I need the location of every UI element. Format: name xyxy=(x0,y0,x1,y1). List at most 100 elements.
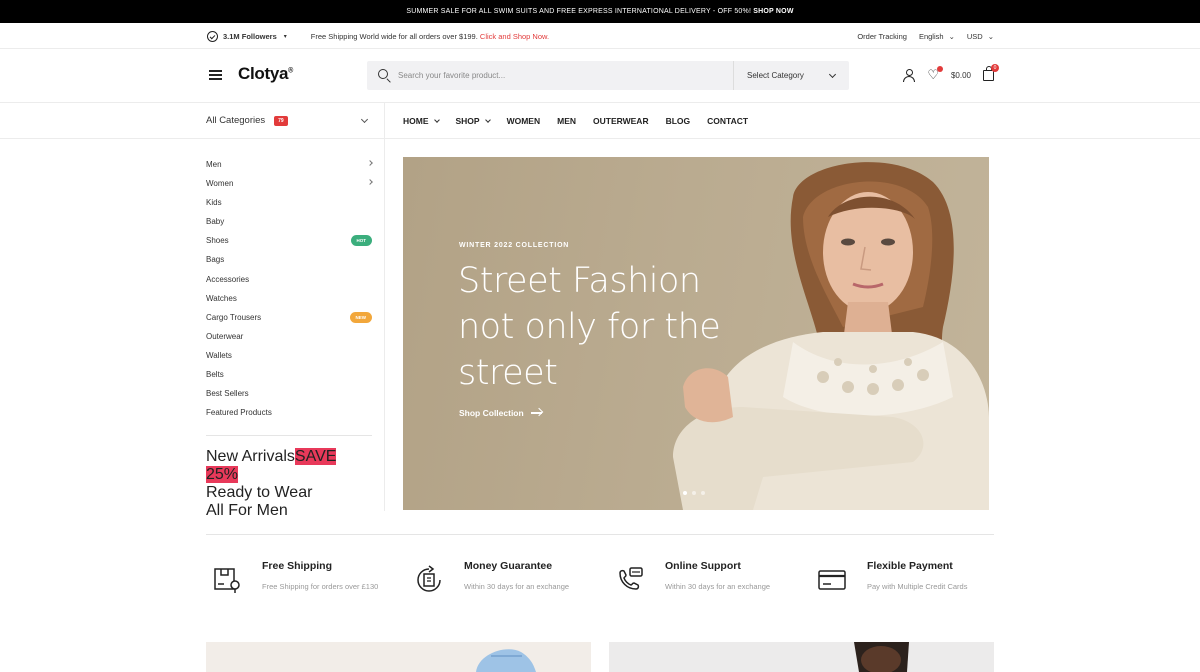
nav-item-men[interactable]: MEN xyxy=(557,116,576,126)
chevron-right-icon xyxy=(367,160,373,166)
sidebar-item-label: Watches xyxy=(206,293,237,303)
search-input[interactable] xyxy=(398,61,728,90)
money-return-icon xyxy=(414,565,444,595)
category-list: Men Women Kids Baby Shoes HOT Bags Accessories W… xyxy=(206,156,373,423)
sidebar-item-outerwear[interactable]: Outerwear xyxy=(206,328,372,347)
nav-item-women[interactable]: WOMEN xyxy=(507,116,541,126)
sidebar-item-label: Accessories xyxy=(206,274,250,284)
sidebar-item-belts[interactable]: Belts xyxy=(206,366,372,385)
slider-dot[interactable] xyxy=(701,491,705,495)
order-tracking-link[interactable]: Order Tracking xyxy=(857,32,907,41)
cta-label: Shop Collection xyxy=(459,408,524,418)
sidebar-item-cargo-trousers[interactable]: Cargo Trousers NEW xyxy=(206,309,372,328)
user-account-icon[interactable] xyxy=(903,69,916,82)
language-label: English xyxy=(918,31,944,41)
sidebar-item-ready-to-wear[interactable]: Ready to Wear xyxy=(206,484,372,502)
feature-description: Pay with Multiple Credit Cards xyxy=(867,582,968,591)
chevron-right-icon xyxy=(367,179,373,185)
slider-dots xyxy=(683,491,705,495)
promo-image-left xyxy=(476,649,536,672)
announcement-shop-now-link[interactable]: SHOP NOW xyxy=(753,8,793,15)
sidebar-item-baby[interactable]: Baby xyxy=(206,213,372,232)
sidebar-item-label: Best Sellers xyxy=(206,389,249,399)
header-actions: ♡ $0.00 0 xyxy=(903,63,999,84)
sidebar-item-all-for-men[interactable]: All For Men xyxy=(206,502,372,520)
sidebar-item-tag: NEW xyxy=(349,311,372,323)
chevron-down-icon: ⌄ xyxy=(987,31,994,41)
feature-title: Money Guarantee xyxy=(464,560,553,572)
nav-item-blog[interactable]: BLOG xyxy=(666,116,691,126)
nav-label: HOME xyxy=(403,116,429,126)
followers-dropdown[interactable]: 3.1M Followers ▾ xyxy=(207,30,287,42)
sidebar-item-new-arrivals[interactable]: New ArrivalsSAVE 25% xyxy=(206,448,372,484)
cart-total[interactable]: $0.00 xyxy=(951,71,971,80)
feature-title: Free Shipping xyxy=(262,560,333,572)
slider-dot[interactable] xyxy=(683,491,687,495)
hamburger-menu-icon[interactable] xyxy=(209,70,222,80)
shopping-bag-icon[interactable]: 0 xyxy=(983,63,999,81)
sidebar-item-label: Women xyxy=(206,179,234,189)
sidebar-item-label: Kids xyxy=(206,198,222,208)
chevron-down-icon xyxy=(360,115,369,124)
sidebar-item-label: All For Men xyxy=(206,502,288,519)
navigation-row: All Categories 79 HOME SHOP WOMEN MEN OUT… xyxy=(0,103,1200,139)
shop-collection-button[interactable]: Shop Collection xyxy=(459,408,542,418)
sidebar-item-accessories[interactable]: Accessories xyxy=(206,271,372,290)
language-selector[interactable]: English ⌄ xyxy=(919,32,955,41)
credit-card-icon xyxy=(817,565,847,595)
caret-down-icon: ▾ xyxy=(283,33,287,40)
sidebar-item-wallets[interactable]: Wallets xyxy=(206,347,372,366)
currency-selector[interactable]: USD ⌄ xyxy=(967,32,994,41)
shipping-link[interactable]: Click and Shop Now. xyxy=(480,32,549,41)
category-select[interactable]: Select Category xyxy=(733,61,849,90)
sidebar-item-label: Cargo Trousers xyxy=(206,312,262,322)
site-logo[interactable]: Clotya® xyxy=(238,64,293,84)
promo-tile-right[interactable] xyxy=(609,642,994,672)
chevron-down-icon xyxy=(828,70,837,79)
feature-title: Online Support xyxy=(665,560,741,572)
sidebar-item-shoes[interactable]: Shoes HOT xyxy=(206,232,372,251)
sidebar-item-watches[interactable]: Watches xyxy=(206,290,372,309)
sidebar-item-women[interactable]: Women xyxy=(206,175,373,194)
slider-dot[interactable] xyxy=(692,491,696,495)
category-sidebar: Men Women Kids Baby Shoes HOT Bags Accessories W… xyxy=(206,139,385,519)
all-categories-toggle[interactable]: All Categories 79 xyxy=(206,103,385,139)
nav-item-outerwear[interactable]: OUTERWEAR xyxy=(593,116,649,126)
sidebar-item-best-sellers[interactable]: Best Sellers xyxy=(206,385,372,404)
box-location-icon xyxy=(212,565,242,595)
sidebar-item-label: Shoes xyxy=(206,236,229,246)
promo-image-right xyxy=(854,642,909,672)
sidebar-item-bags[interactable]: Bags xyxy=(206,251,372,270)
category-select-label: Select Category xyxy=(747,71,804,80)
sidebar-item-featured-products[interactable]: Featured Products xyxy=(206,404,372,423)
feature-description: Within 30 days for an exchange xyxy=(464,582,570,591)
chevron-down-icon: ⌄ xyxy=(948,31,955,41)
hero-eyebrow: WINTER 2022 COLLECTION xyxy=(459,242,570,249)
promo-tile-left[interactable] xyxy=(206,642,591,672)
nav-item-home[interactable]: HOME xyxy=(403,116,440,126)
features-divider xyxy=(206,534,994,535)
extra-category-list: New ArrivalsSAVE 25% Ready to Wear All For… xyxy=(206,448,372,520)
arrow-right-icon xyxy=(530,412,542,414)
nav-item-contact[interactable]: CONTACT xyxy=(707,116,748,126)
cart-count-badge: 0 xyxy=(991,63,999,72)
sidebar-item-label: Wallets xyxy=(206,350,232,360)
wishlist-heart-icon[interactable]: ♡ xyxy=(927,66,943,81)
feature-title: Flexible Payment xyxy=(867,560,953,572)
nav-label: SHOP xyxy=(455,116,480,126)
sidebar-item-label: Belts xyxy=(206,370,224,380)
sidebar-item-label: Bags xyxy=(206,255,225,265)
nav-item-shop[interactable]: SHOP xyxy=(455,116,491,126)
shipping-text: Free Shipping World wide for all orders … xyxy=(310,31,478,41)
search-icon[interactable] xyxy=(378,69,388,79)
verified-icon xyxy=(207,30,218,42)
sidebar-item-label: Outerwear xyxy=(206,331,244,341)
currency-label: USD xyxy=(966,31,983,41)
sidebar-item-label: Ready to Wear xyxy=(206,484,313,501)
sidebar-item-men[interactable]: Men xyxy=(206,156,373,175)
shipping-notice: Free Shipping World wide for all orders … xyxy=(311,32,549,41)
feature-flexible-payment: Flexible Payment Pay with Multiple Credit… xyxy=(811,560,1001,610)
phone-support-icon xyxy=(615,565,645,595)
sidebar-item-label: Baby xyxy=(206,217,225,227)
sidebar-item-kids[interactable]: Kids xyxy=(206,194,372,213)
